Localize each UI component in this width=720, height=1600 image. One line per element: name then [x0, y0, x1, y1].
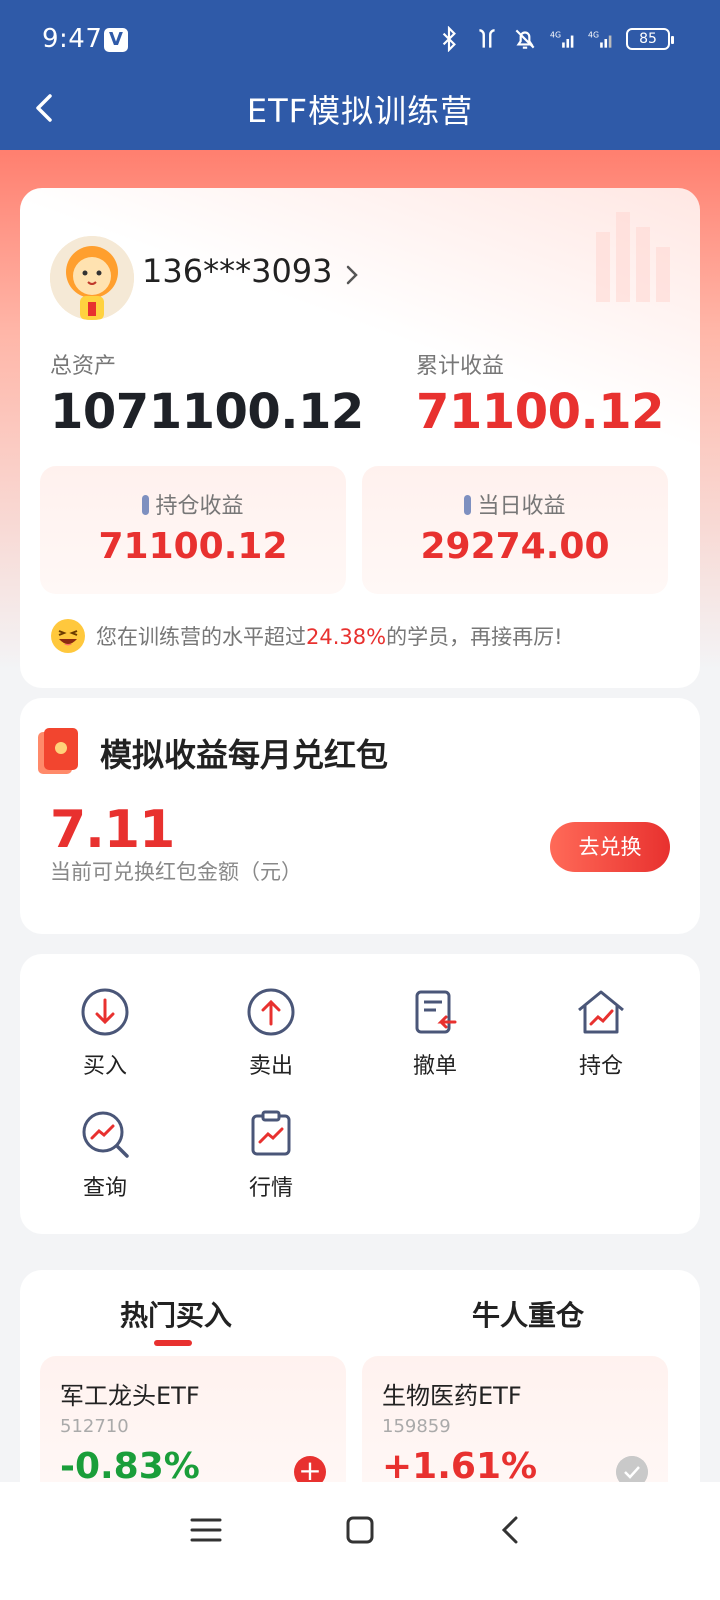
app-header: 9:47 V 4G 4G 85 ETF模拟训练营 — [0, 0, 720, 150]
redpacket-title: 模拟收益每月兑红包 — [100, 736, 389, 774]
etf-name: 生物医药ETF — [382, 1382, 522, 1410]
earbuds-icon — [479, 29, 495, 48]
back-icon[interactable] — [490, 1508, 534, 1552]
buy-icon — [81, 988, 129, 1036]
decorative-chart-icon — [596, 212, 670, 302]
holdings-icon — [578, 990, 624, 1034]
lion-avatar-icon — [50, 236, 134, 320]
action-sell[interactable]: 卖出 — [216, 984, 326, 1080]
action-market-label: 行情 — [248, 1176, 293, 1201]
avatar[interactable] — [50, 236, 134, 320]
cumulative-income-value: 71100.12 — [416, 384, 665, 440]
account-phone[interactable]: 136***3093 — [142, 252, 333, 290]
holding-income-box: 持仓收益 71100.12 — [40, 466, 346, 594]
tab-bull-holdings[interactable]: 牛人重仓 — [472, 1294, 584, 1334]
holding-income-value: 71100.12 — [98, 526, 288, 567]
action-query-label: 查询 — [82, 1176, 127, 1201]
action-sell-label: 卖出 — [248, 1054, 293, 1079]
signal-4g-icon-2: 4G — [588, 30, 612, 48]
redpacket-amount-label: 当前可兑换红包金额（元） — [50, 860, 302, 884]
svg-text:4G: 4G — [588, 30, 599, 39]
holding-income-label: 持仓收益 — [155, 494, 244, 519]
status-time: 9:47 — [42, 24, 103, 54]
action-holdings[interactable]: 持仓 — [546, 984, 656, 1080]
mute-bell-icon — [515, 29, 535, 49]
etf-change: -0.83% — [60, 1446, 200, 1487]
rank-prefix: 您在训练营的水平超过 — [96, 625, 306, 649]
exchange-button[interactable]: 去兑换 — [550, 822, 670, 872]
total-assets-value: 1071100.12 — [50, 384, 364, 440]
query-icon — [82, 1111, 129, 1158]
pill-marker-icon — [464, 495, 472, 515]
action-buy[interactable]: 买入 — [50, 984, 160, 1080]
rank-percentage: 24.38% — [306, 625, 387, 649]
chevron-right-icon[interactable] — [342, 260, 364, 290]
rank-message: 您在训练营的水平超过24.38%的学员，再接再厉! — [50, 618, 563, 654]
rank-suffix: 的学员，再接再厉! — [386, 625, 563, 649]
action-holdings-label: 持仓 — [578, 1054, 623, 1079]
daily-income-box: 当日收益 29274.00 — [362, 466, 668, 594]
laughing-emoji-icon — [51, 619, 85, 653]
action-market[interactable]: 行情 — [216, 1106, 326, 1202]
etf-code: 512710 — [60, 1416, 129, 1437]
action-cancel-order-label: 撤单 — [412, 1054, 457, 1079]
daily-income-label: 当日收益 — [477, 494, 566, 519]
etf-name: 军工龙头ETF — [60, 1382, 200, 1410]
action-grid: 买入 卖出 撤单 持仓 查询 行情 — [20, 954, 700, 1234]
action-buy-label: 买入 — [82, 1054, 127, 1079]
redpacket-card: 模拟收益每月兑红包 7.11 当前可兑换红包金额（元） 去兑换 — [20, 698, 700, 934]
cancel-order-icon — [415, 990, 457, 1034]
system-nav-bar — [0, 1482, 720, 1600]
daily-income-value: 29274.00 — [420, 526, 610, 567]
cumulative-income-label: 累计收益 — [416, 354, 505, 379]
red-packet-icon — [38, 728, 78, 774]
page-title: ETF模拟训练营 — [246, 92, 474, 130]
bluetooth-icon — [442, 26, 456, 52]
total-assets-label: 总资产 — [50, 354, 117, 379]
etf-code: 159859 — [382, 1416, 451, 1437]
battery-icon: 85 — [626, 28, 674, 50]
action-cancel-order[interactable]: 撤单 — [380, 984, 490, 1080]
action-query[interactable]: 查询 — [50, 1106, 160, 1202]
market-icon — [251, 1110, 291, 1156]
account-summary-card: 136***3093 总资产 1071100.12 累计收益 71100.12 … — [20, 188, 700, 688]
home-icon[interactable] — [338, 1508, 382, 1552]
menu-icon[interactable] — [184, 1508, 228, 1552]
active-tab-indicator — [154, 1340, 192, 1346]
tab-hot-buy[interactable]: 热门买入 — [120, 1294, 232, 1334]
redpacket-amount: 7.11 — [50, 800, 175, 860]
notification-app-icon: V — [104, 28, 128, 52]
signal-4g-icon: 4G — [550, 30, 574, 48]
status-icons: 4G 4G 85 — [436, 26, 674, 52]
etf-change: +1.61% — [382, 1446, 538, 1487]
svg-text:4G: 4G — [550, 30, 561, 39]
pill-marker-icon — [142, 495, 150, 515]
sell-icon — [247, 988, 295, 1036]
